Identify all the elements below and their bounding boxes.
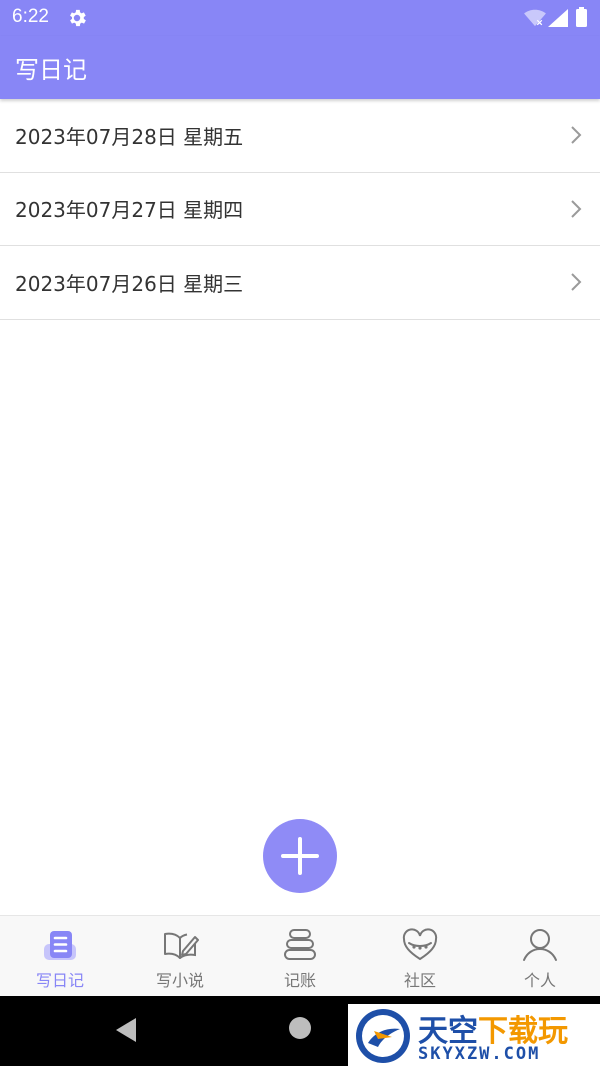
status-bar: 6:22 <box>0 0 600 36</box>
back-icon[interactable] <box>114 1017 138 1043</box>
bottom-nav: 写日记 写小说 记账 社区 个人 <box>0 915 600 996</box>
nav-label: 个人 <box>523 971 556 990</box>
diary-entry-label: 2023年07月27日 星期四 <box>15 198 244 223</box>
ledger-icon <box>284 929 316 960</box>
page-title: 写日记 <box>15 56 87 84</box>
site-watermark: 天空下载玩 SKYXZW.COM <box>348 1004 600 1066</box>
app-bar: 写日记 <box>0 36 600 99</box>
settings-gear-icon <box>70 9 86 27</box>
nav-item-ledger[interactable]: 记账 <box>240 916 360 996</box>
nav-label: 记账 <box>283 971 316 990</box>
nav-item-community[interactable]: 社区 <box>360 916 480 996</box>
nav-item-novel[interactable]: 写小说 <box>120 916 240 996</box>
diary-entry-row[interactable]: 2023年07月26日 星期三 <box>0 246 600 320</box>
chevron-right-icon <box>571 199 582 218</box>
signal-icon <box>548 9 568 27</box>
profile-icon <box>523 929 557 961</box>
chevron-right-icon <box>571 273 582 291</box>
diary-entry-label: 2023年07月26日 星期三 <box>15 271 244 296</box>
chevron-right-icon <box>571 126 582 144</box>
wifi-off-icon <box>524 9 546 27</box>
nav-label: 写小说 <box>155 971 204 990</box>
diary-entry-row[interactable]: 2023年07月27日 星期四 <box>0 173 600 246</box>
nav-item-diary[interactable]: 写日记 <box>0 916 120 996</box>
community-icon <box>402 928 438 961</box>
diary-entry-label: 2023年07月28日 星期五 <box>15 124 244 149</box>
nav-label: 写日记 <box>35 971 84 990</box>
plus-icon <box>281 837 319 875</box>
nav-item-profile[interactable]: 个人 <box>480 916 600 996</box>
diary-list: 2023年07月28日 星期五 2023年07月27日 星期四 2023年07月… <box>0 99 600 320</box>
diary-entry-row[interactable]: 2023年07月28日 星期五 <box>0 99 600 173</box>
home-button[interactable] <box>289 1017 311 1039</box>
battery-icon <box>576 7 587 27</box>
watermark-logo <box>356 1009 410 1063</box>
status-time: 6:22 <box>12 6 49 27</box>
novel-icon <box>164 932 199 959</box>
nav-label: 社区 <box>403 971 436 990</box>
add-diary-button[interactable] <box>263 819 337 893</box>
diary-icon <box>44 931 76 960</box>
watermark-subtitle: SKYXZW.COM <box>418 1044 541 1064</box>
